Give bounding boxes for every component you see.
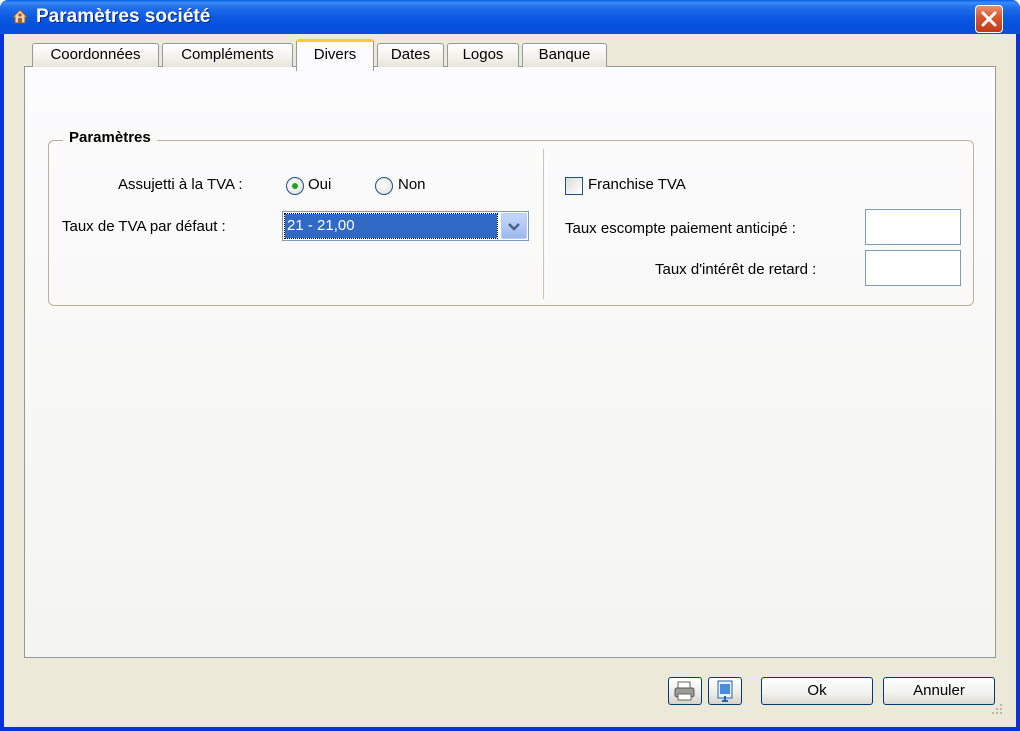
app-icon (11, 9, 29, 24)
printer-icon (674, 681, 695, 701)
radio-non[interactable] (375, 177, 393, 195)
discount-input[interactable] (865, 209, 961, 245)
window-title: Paramètres société (36, 6, 211, 27)
cancel-button[interactable]: Annuler (883, 677, 995, 705)
tab-banque[interactable]: Banque (522, 43, 607, 67)
tab-panel-divers: Paramètres (24, 66, 996, 658)
resize-grip-icon[interactable] (990, 702, 1004, 716)
radio-oui[interactable] (286, 177, 304, 195)
interest-label: Taux d'intérêt de retard : (655, 261, 817, 278)
ok-button[interactable]: Ok (761, 677, 873, 705)
group-title: Paramètres (63, 129, 157, 146)
default-rate-select[interactable]: 21 - 21,00 (282, 211, 529, 241)
tva-label: Assujetti à la TVA : (118, 176, 243, 193)
group-divider (543, 149, 547, 299)
tab-divers[interactable]: Divers (296, 39, 374, 71)
print-button[interactable] (668, 677, 702, 705)
radio-selected-dot (292, 183, 298, 189)
default-rate-label: Taux de TVA par défaut : (62, 218, 226, 235)
interest-input[interactable] (865, 250, 961, 286)
dialog-window: Paramètres société Paramètres Coordonnée… (0, 0, 1020, 731)
close-button[interactable] (975, 5, 1003, 33)
tab-logos[interactable]: Logos (447, 43, 519, 67)
radio-non-label[interactable]: Non (398, 176, 426, 193)
discount-label: Taux escompte paiement anticipé : (565, 220, 796, 237)
preview-icon (717, 680, 733, 702)
franchise-label[interactable]: Franchise TVA (588, 176, 686, 193)
title-bar[interactable]: Paramètres société (0, 0, 1020, 34)
tab-complements[interactable]: Compléments (162, 43, 293, 67)
chevron-down-icon (508, 223, 520, 231)
franchise-checkbox[interactable] (565, 177, 583, 195)
tab-dates[interactable]: Dates (377, 43, 444, 67)
close-icon (981, 11, 997, 27)
preview-button[interactable] (708, 677, 742, 705)
default-rate-value: 21 - 21,00 (284, 213, 498, 239)
dropdown-button[interactable] (501, 213, 527, 239)
tab-coordonnees[interactable]: Coordonnées (32, 43, 159, 67)
radio-oui-label[interactable]: Oui (308, 176, 331, 193)
